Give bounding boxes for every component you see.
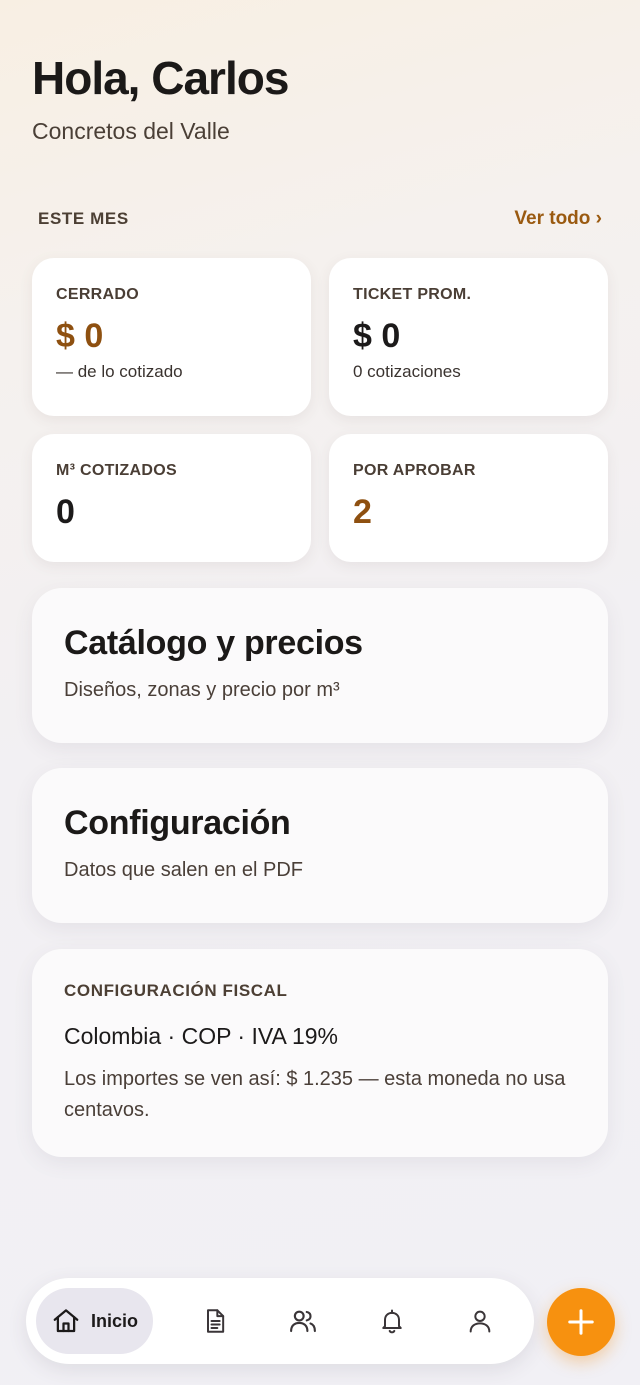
header: Hola, Carlos Concretos del Valle xyxy=(32,50,289,145)
see-all-link[interactable]: Ver todo › xyxy=(514,208,602,230)
stat-value: $ 0 xyxy=(353,317,401,355)
user-icon xyxy=(466,1307,494,1335)
nav-item-notifications[interactable] xyxy=(348,1288,436,1354)
stat-value: 0 xyxy=(56,493,75,531)
nav-item-clients[interactable] xyxy=(259,1288,347,1354)
stat-card-closed[interactable]: CERRADO $ 0 — de lo cotizado xyxy=(32,258,311,416)
fiscal-summary: Colombia · COP · IVA 19% xyxy=(64,1023,338,1049)
document-icon xyxy=(201,1307,229,1335)
bell-icon xyxy=(378,1307,406,1335)
stat-label: CERRADO xyxy=(56,286,139,303)
stat-sub: 0 cotizaciones xyxy=(353,362,461,381)
fiscal-label: CONFIGURACIÓN FISCAL xyxy=(64,981,288,1000)
stat-value: $ 0 xyxy=(56,317,104,355)
users-icon xyxy=(288,1306,318,1336)
settings-card[interactable]: Configuración Datos que salen en el PDF xyxy=(32,768,608,923)
catalog-subtitle: Diseños, zonas y precio por m³ xyxy=(64,679,340,701)
fiscal-note: Los importes se ven así: $ 1.235 — esta … xyxy=(64,1068,566,1121)
bottom-nav: Inicio xyxy=(26,1278,534,1364)
stat-card-avg-ticket[interactable]: TICKET PROM. $ 0 0 cotizaciones xyxy=(329,258,608,416)
nav-home-label: Inicio xyxy=(91,1310,139,1331)
settings-subtitle: Datos que salen en el PDF xyxy=(64,859,304,881)
section-label: ESTE MES xyxy=(38,209,129,228)
stat-label: POR APROBAR xyxy=(353,462,476,479)
plus-icon xyxy=(566,1307,596,1337)
company-name: Concretos del Valle xyxy=(32,118,230,144)
settings-title: Configuración xyxy=(64,804,291,842)
stat-card-pending-approval[interactable]: POR APROBAR 2 xyxy=(329,434,608,562)
stat-label: TICKET PROM. xyxy=(353,286,472,303)
greeting-title: Hola, Carlos xyxy=(32,52,289,104)
stat-sub: — de lo cotizado xyxy=(56,362,183,381)
stat-value: 2 xyxy=(353,493,372,531)
nav-item-profile[interactable] xyxy=(436,1288,524,1354)
home-icon xyxy=(51,1306,81,1336)
catalog-title: Catálogo y precios xyxy=(64,624,363,662)
nav-item-quotes[interactable] xyxy=(171,1288,259,1354)
fiscal-card: CONFIGURACIÓN FISCAL Colombia · COP · IV… xyxy=(32,949,608,1157)
stat-card-m3-quoted[interactable]: M³ COTIZADOS 0 xyxy=(32,434,311,562)
nav-item-home[interactable]: Inicio xyxy=(36,1288,154,1354)
new-quote-button[interactable] xyxy=(547,1288,615,1356)
stat-label: M³ COTIZADOS xyxy=(56,462,177,479)
catalog-card[interactable]: Catálogo y precios Diseños, zonas y prec… xyxy=(32,588,608,743)
summary-header: ESTE MES Ver todo › xyxy=(38,208,602,230)
